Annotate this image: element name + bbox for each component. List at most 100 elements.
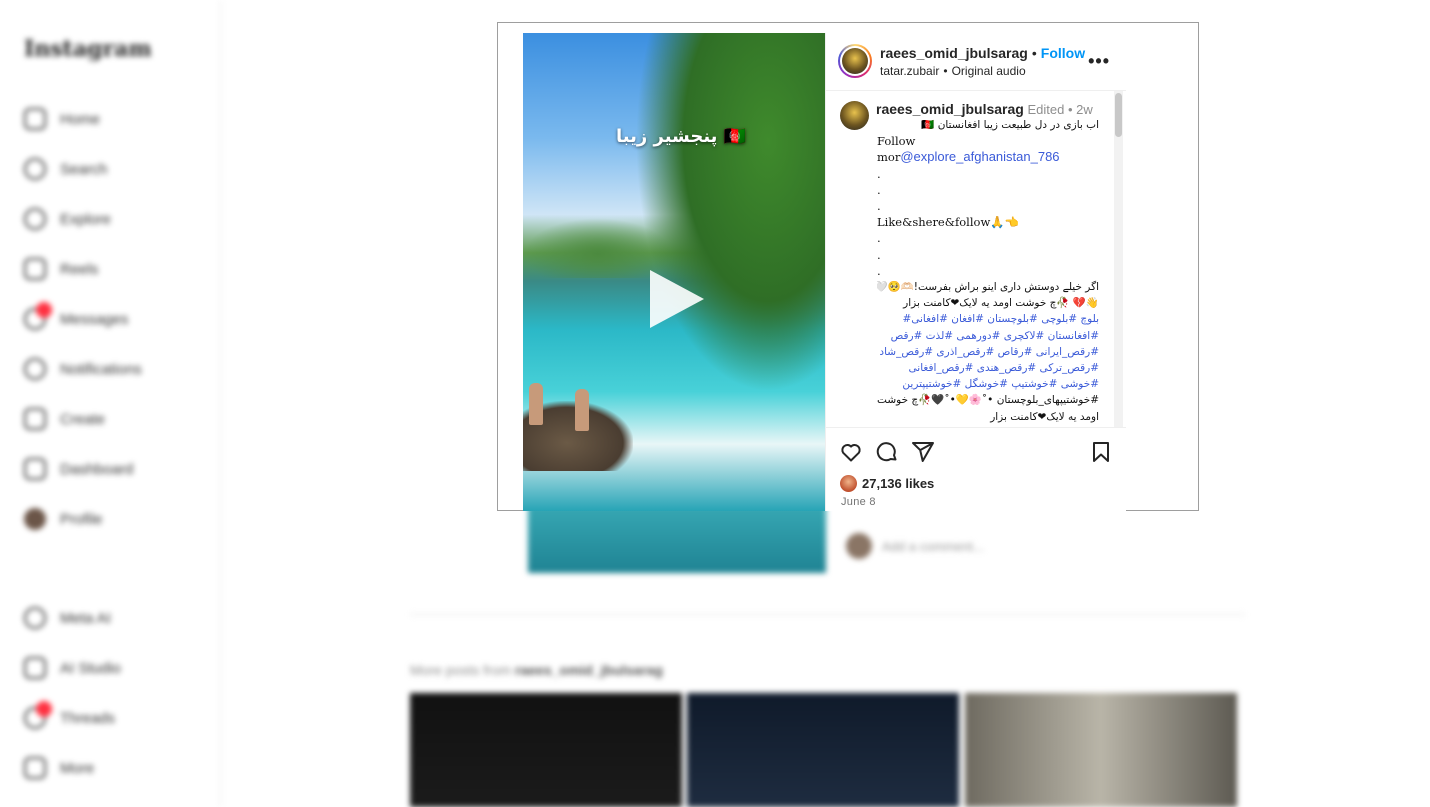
threads-icon [24,701,52,729]
hashtag-line[interactable]: #خوشی #خوشتیپ #خوشگل #خوشتیپترین [877,376,1099,392]
post-username: raees_omid_jbulsarag • Follow [880,45,1085,61]
post-video[interactable]: پنجشیر زیبا 🇦🇫 [523,33,825,511]
avatar [840,475,857,492]
video-scene [575,389,589,431]
sidebar-item-search[interactable]: Search [24,157,108,181]
sidebar-item-label: Notifications [60,360,142,378]
divider [410,614,1245,615]
notification-badge [36,302,52,318]
sidebar-item-more[interactable]: More [24,756,94,780]
caption-line: mor@explore_afghanistan_786 [877,149,1099,165]
sidebar-item-profile[interactable]: Profile [24,507,103,531]
reels-icon [24,258,46,280]
play-icon[interactable] [650,270,704,328]
username-link[interactable]: raees_omid_jbulsarag [880,45,1028,61]
menu-icon [24,757,46,779]
sidebar-item-label: Explore [60,210,111,228]
post-thumbnail[interactable] [965,693,1237,807]
sidebar-item-label: Create [60,410,106,428]
video-scene [635,33,825,393]
heart-icon [24,358,46,380]
scrollbar-thumb[interactable] [1115,93,1122,137]
comment-icon[interactable] [875,440,899,464]
caption-line: . [877,231,881,246]
avatar-image [842,48,868,74]
instagram-logo[interactable]: Instagram [24,36,152,62]
caption-line: اگر خیلے دوستش داری اینو براش بفرست!🫶🏻🥺🤍 [877,281,1099,294]
sidebar-item-label: More [60,759,95,777]
caption-line: . [877,182,881,197]
sidebar-item-dashboard[interactable]: Dashboard [24,457,133,481]
comment-input[interactable]: Add a comment... [882,539,984,554]
ai-studio-icon [24,657,46,679]
sidebar-item-ai-studio[interactable]: AI Studio [24,656,121,680]
sidebar-item-label: Reels [60,260,99,278]
sidebar: Instagram Home Search Explore Reels Mess… [0,0,221,807]
caption-line: #خوشتیپهای_بلوچستان •˚🌸💛•˚🖤🥀چ خوشت [877,394,1099,407]
caption-header: raees_omid_jbulsarag Edited • 2w [876,101,1093,117]
sidebar-item-meta-ai[interactable]: Meta AI [24,606,111,630]
post-thumbnail[interactable] [410,693,682,807]
audio-line: tatar.zubair • Original audio [880,64,1026,78]
post-actions: 27,136 likes June 8 [826,427,1126,512]
comment-bar[interactable]: Add a comment... [840,520,1130,572]
likes-count[interactable]: 27,136 likes [840,475,934,492]
hashtag-line[interactable]: #رقص_ایرانی #رقاص #رقص_اذری #رقص_شاد [877,344,1099,360]
avatar [846,533,872,559]
avatar-ring [840,46,870,76]
audio-link[interactable]: Original audio [952,64,1026,78]
sidebar-item-label: Search [60,160,108,178]
bookmark-icon[interactable] [1089,440,1113,464]
separator-dot: • [1031,45,1037,61]
sidebar-item-messages[interactable]: Messages [24,302,129,331]
notification-badge [36,701,52,717]
sidebar-item-threads[interactable]: Threads [24,701,115,730]
caption-area: raees_omid_jbulsarag Edited • 2w اب بازی… [826,90,1126,427]
caption-line: 👋💔 🥀چ خوشت اومد یه لایک❤کامنت بزار [903,297,1099,310]
post-date[interactable]: June 8 [841,496,876,508]
profile-avatar [24,508,46,530]
sidebar-item-notifications[interactable]: Notifications [24,357,142,381]
avatar[interactable] [838,44,872,78]
sidebar-item-label: AI Studio [60,659,121,677]
sidebar-item-label: Home [60,110,101,128]
sidebar-item-explore[interactable]: Explore [24,207,111,231]
audio-user-link[interactable]: tatar.zubair [880,64,939,78]
sidebar-item-create[interactable]: Create [24,407,105,431]
sidebar-item-label: Dashboard [60,460,134,478]
more-posts-user[interactable]: raees_omid_jbulsarag [515,662,663,678]
more-options-icon[interactable]: ••• [1088,51,1110,72]
caption-line: Like&shere&follow🙏👈 [877,215,1019,230]
caption-username[interactable]: raees_omid_jbulsarag [876,101,1024,117]
video-scene [529,383,543,425]
separator-dot: • [943,64,948,78]
hashtag-line[interactable]: #رقص_ترکی #رقص_هندی #رقص_افغانی [877,360,1099,376]
post-thumbnail[interactable] [687,693,959,807]
more-posts-heading: More posts from raees_omid_jbulsarag [410,662,663,678]
caption-text-fragment: mor [877,150,901,165]
sidebar-item-label: Meta AI [60,609,111,627]
post-header: raees_omid_jbulsarag • Follow tatar.zubair… [826,33,1126,91]
likes-text: 27,136 likes [862,476,935,491]
hashtag-line[interactable]: #افغانستان #لاکچری #دورهمی #لذت #رقص [877,328,1099,344]
share-icon[interactable] [911,440,935,464]
scrollbar[interactable] [1114,91,1123,427]
post-time[interactable]: 2w [1076,102,1093,117]
avatar[interactable] [840,101,869,130]
mention-link[interactable]: @explore_afghanistan_786 [900,149,1059,164]
caption-line: . [877,199,881,214]
video-overlay-text: پنجشیر زیبا 🇦🇫 [616,126,747,147]
create-icon [24,408,46,430]
sidebar-item-label: Messages [60,310,129,328]
hashtag-line[interactable]: بلوچ #بلوچی #بلوچستان #افغان #افغانی# [877,311,1099,327]
heart-icon[interactable] [839,440,863,464]
caption-line: . [877,166,881,181]
sidebar-item-reels[interactable]: Reels [24,257,98,281]
more-posts-prefix: More posts from [410,662,512,678]
edited-label: Edited [1027,102,1065,117]
background-video [528,505,826,573]
sidebar-item-home[interactable]: Home [24,107,100,131]
separator-dot: • [1067,102,1073,117]
caption-line: . [877,247,881,262]
follow-button[interactable]: Follow [1041,45,1085,61]
